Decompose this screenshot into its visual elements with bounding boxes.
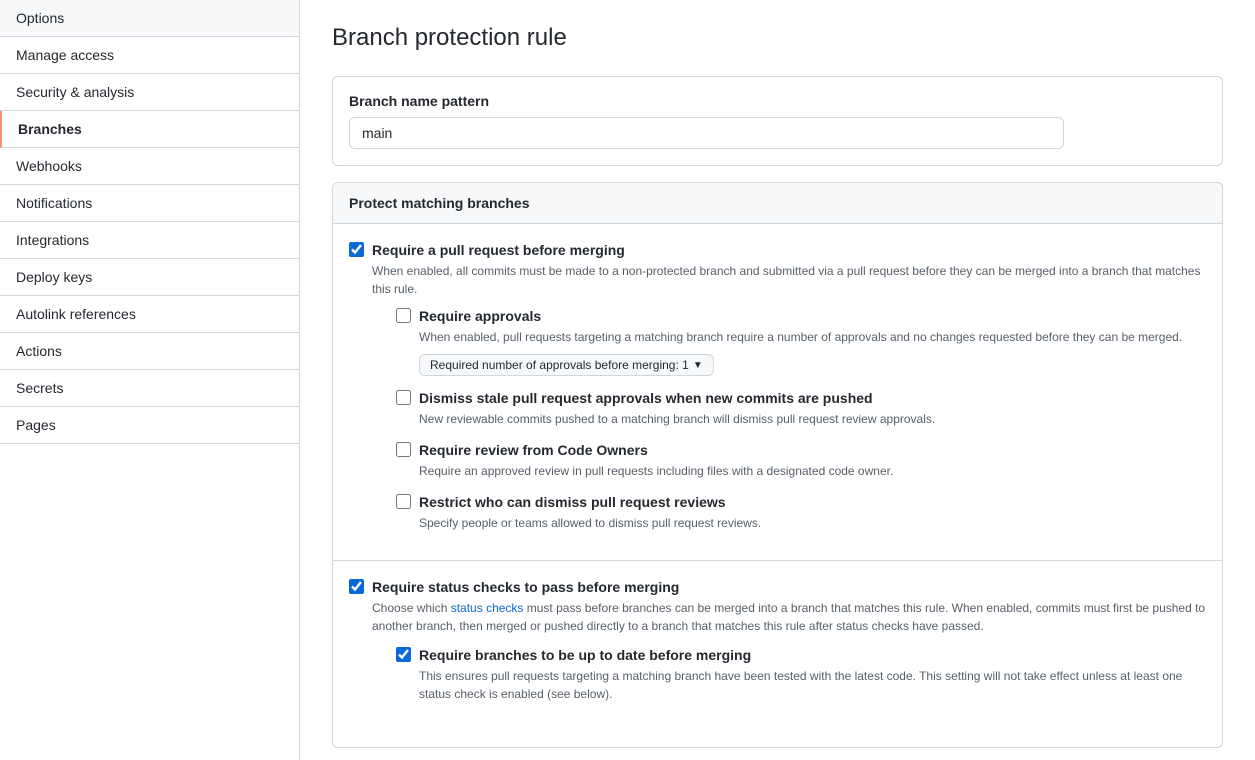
sidebar-item-notifications[interactable]: Notifications (0, 185, 299, 222)
branch-name-input[interactable] (349, 117, 1064, 149)
sidebar-item-manage-access[interactable]: Manage access (0, 37, 299, 74)
require-pr-sub-options: Require approvals When enabled, pull req… (396, 306, 1206, 532)
protect-section: Protect matching branches Require a pull… (332, 182, 1223, 748)
sidebar-item-pages[interactable]: Pages (0, 407, 299, 444)
restrict-dismiss-row: Restrict who can dismiss pull request re… (396, 492, 1206, 532)
page-title: Branch protection rule (332, 24, 1223, 52)
require-code-owners-option: Require review from Code Owners Require … (396, 440, 1206, 480)
dismiss-stale-label[interactable]: Dismiss stale pull request approvals whe… (419, 390, 873, 406)
require-status-checks-checkbox[interactable] (349, 579, 364, 594)
sidebar-item-deploy-keys[interactable]: Deploy keys (0, 259, 299, 296)
sidebar-item-options[interactable]: Options (0, 0, 299, 37)
sidebar-item-secrets[interactable]: Secrets (0, 370, 299, 407)
restrict-dismiss-desc: Specify people or teams allowed to dismi… (419, 514, 761, 532)
require-approvals-label[interactable]: Require approvals (419, 308, 541, 324)
chevron-down-icon: ▼ (693, 360, 703, 371)
require-approvals-option: Require approvals When enabled, pull req… (396, 306, 1206, 376)
require-pr-checkbox[interactable] (349, 242, 364, 257)
dismiss-stale-desc: New reviewable commits pushed to a match… (419, 410, 935, 428)
main-content: Branch protection rule Branch name patte… (300, 0, 1255, 760)
require-code-owners-desc: Require an approved review in pull reque… (419, 462, 893, 480)
sidebar-item-branches[interactable]: Branches (0, 111, 299, 148)
dismiss-stale-row: Dismiss stale pull request approvals whe… (396, 388, 1206, 428)
dismiss-stale-option: Dismiss stale pull request approvals whe… (396, 388, 1206, 428)
require-branches-uptodate-desc: This ensures pull requests targeting a m… (419, 667, 1206, 703)
require-status-checks-desc: Choose which status checks must pass bef… (372, 599, 1206, 635)
protect-section-header: Protect matching branches (333, 183, 1222, 224)
section-divider (333, 560, 1222, 561)
require-pr-row: Require a pull request before merging Wh… (349, 240, 1206, 544)
approvals-dropdown-label: Required number of approvals before merg… (430, 358, 689, 372)
require-status-checks-label[interactable]: Require status checks to pass before mer… (372, 579, 679, 595)
require-code-owners-label[interactable]: Require review from Code Owners (419, 442, 648, 458)
approvals-dropdown[interactable]: Required number of approvals before merg… (419, 354, 714, 376)
sidebar-item-security-analysis[interactable]: Security & analysis (0, 74, 299, 111)
restrict-dismiss-checkbox[interactable] (396, 494, 411, 509)
require-branches-uptodate-checkbox[interactable] (396, 647, 411, 662)
protect-section-body: Require a pull request before merging Wh… (333, 224, 1222, 747)
restrict-dismiss-label[interactable]: Restrict who can dismiss pull request re… (419, 494, 726, 510)
require-branches-uptodate-label[interactable]: Require branches to be up to date before… (419, 647, 751, 663)
dismiss-stale-checkbox[interactable] (396, 390, 411, 405)
require-branches-uptodate-row: Require branches to be up to date before… (396, 645, 1206, 703)
require-approvals-checkbox[interactable] (396, 308, 411, 323)
sidebar-item-webhooks[interactable]: Webhooks (0, 148, 299, 185)
status-checks-link[interactable]: status checks (451, 601, 524, 615)
require-branches-uptodate-option: Require branches to be up to date before… (396, 645, 1206, 703)
require-status-checks-desc-before: Choose which (372, 601, 451, 615)
require-code-owners-checkbox[interactable] (396, 442, 411, 457)
restrict-dismiss-option: Restrict who can dismiss pull request re… (396, 492, 1206, 532)
sidebar-item-integrations[interactable]: Integrations (0, 222, 299, 259)
require-approvals-desc: When enabled, pull requests targeting a … (419, 328, 1182, 346)
branch-name-pattern-label: Branch name pattern (349, 93, 1206, 109)
sidebar: Options Manage access Security & analysi… (0, 0, 300, 760)
sidebar-item-actions[interactable]: Actions (0, 333, 299, 370)
status-checks-sub-options: Require branches to be up to date before… (396, 645, 1206, 703)
sidebar-item-autolink-references[interactable]: Autolink references (0, 296, 299, 333)
require-pr-label[interactable]: Require a pull request before merging (372, 242, 625, 258)
require-pr-desc: When enabled, all commits must be made t… (372, 262, 1206, 298)
require-status-checks-row: Require status checks to pass before mer… (349, 577, 1206, 715)
require-approvals-row: Require approvals When enabled, pull req… (396, 306, 1206, 376)
require-code-owners-row: Require review from Code Owners Require … (396, 440, 1206, 480)
branch-name-section: Branch name pattern (332, 76, 1223, 166)
